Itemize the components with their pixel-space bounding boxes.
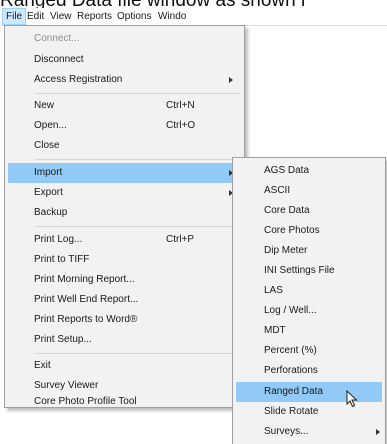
menu-item-label: LAS [264, 285, 283, 296]
menu-bar: File Edit View Reports Options Windo [0, 8, 387, 26]
submenu-item-ini-settings-file[interactable]: INI Settings File [236, 261, 382, 281]
menu-item-open[interactable]: Open... Ctrl+O [8, 116, 241, 136]
menu-item-label: Print Setup... [34, 334, 92, 345]
menu-item-label: MDT [264, 325, 286, 336]
submenu-item-log-well[interactable]: Log / Well... [236, 301, 382, 321]
menu-item-label: Percent (%) [264, 345, 317, 356]
submenu-item-percent[interactable]: Percent (%) [236, 341, 382, 361]
submenu-item-ags-data[interactable]: AGS Data [236, 161, 382, 181]
menu-item-label: Surveys... [264, 426, 309, 437]
menu-item-new[interactable]: New Ctrl+N [8, 96, 241, 116]
menu-item-label: Print to TIFF [34, 254, 90, 265]
menu-item-print-well-end-report[interactable]: Print Well End Report... [8, 290, 241, 310]
menu-item-label: ASCII [264, 185, 291, 196]
menu-item-print-log[interactable]: Print Log... Ctrl+P [8, 230, 241, 250]
submenu-item-core-data[interactable]: Core Data [236, 201, 382, 221]
menu-item-label: Connect... [34, 33, 80, 44]
menu-item-label: Import [34, 167, 63, 178]
menu-item-access-registration[interactable]: Access Registration [8, 70, 241, 90]
menu-file[interactable]: File [2, 8, 27, 25]
menu-options[interactable]: Options [114, 8, 154, 25]
menu-item-label: Close [34, 140, 60, 151]
menu-item-exit[interactable]: Exit [8, 356, 241, 376]
menu-item-print-reports-to-word[interactable]: Print Reports to Word® [8, 310, 241, 330]
menu-item-label: Perforations [264, 365, 318, 376]
submenu-item-slide-rotate[interactable]: Slide Rotate [236, 402, 382, 422]
menu-item-label: Access Registration [34, 74, 123, 85]
submenu-item-core-photos[interactable]: Core Photos [236, 221, 382, 241]
menu-item-survey-viewer[interactable]: Survey Viewer [8, 376, 241, 396]
menu-item-core-photo-profile-tool[interactable]: Core Photo Profile Tool [8, 396, 241, 407]
menu-separator [35, 93, 240, 94]
menu-item-label: Log / Well... [264, 305, 317, 316]
menu-item-backup[interactable]: Backup [8, 203, 241, 223]
submenu-item-dip-meter[interactable]: Dip Meter [236, 241, 382, 261]
menu-item-label: Backup [34, 207, 68, 218]
menu-item-label: Slide Rotate [264, 406, 319, 417]
menu-view[interactable]: View [47, 8, 75, 25]
menu-separator [35, 159, 240, 160]
menu-item-shortcut: Ctrl+P [166, 234, 195, 245]
menu-item-shortcut: Ctrl+O [166, 120, 196, 131]
menu-item-print-morning-report[interactable]: Print Morning Report... [8, 270, 241, 290]
menu-item-label: Export [34, 187, 63, 198]
menu-item-export[interactable]: Export [8, 183, 241, 203]
menu-item-label: Core Photos [264, 225, 320, 236]
menu-item-label: INI Settings File [264, 265, 335, 276]
menu-item-disconnect[interactable]: Disconnect [8, 50, 241, 70]
menu-separator [35, 353, 240, 354]
menu-item-label: Ranged Data [264, 386, 323, 397]
file-menu: Connect... Disconnect Access Registratio… [4, 25, 245, 408]
menu-window[interactable]: Windo [155, 8, 189, 25]
submenu-arrow-icon [229, 77, 233, 83]
menu-item-label: Core Data [264, 205, 310, 216]
menu-item-label: Open... [34, 120, 67, 131]
mouse-pointer-icon [346, 390, 358, 408]
menu-item-label: AGS Data [264, 165, 310, 176]
menu-item-label: Disconnect [34, 54, 84, 65]
menu-item-label: Print Morning Report... [34, 274, 135, 285]
import-submenu: AGS Data ASCII Core Data Core Photos Dip… [232, 157, 386, 444]
submenu-item-mdt[interactable]: MDT [236, 321, 382, 341]
menu-item-label: Dip Meter [264, 245, 308, 256]
submenu-item-ranged-data[interactable]: Ranged Data [236, 382, 382, 402]
submenu-item-perforations[interactable]: Perforations [236, 361, 382, 381]
menu-item-print-to-tiff[interactable]: Print to TIFF [8, 250, 241, 270]
menu-item-label: New [34, 100, 55, 111]
submenu-item-ascii[interactable]: ASCII [236, 181, 382, 201]
submenu-item-surveys[interactable]: Surveys... [236, 422, 382, 442]
menu-item-label: Survey Viewer [34, 380, 99, 391]
menu-separator [35, 226, 240, 227]
menu-item-connect: Connect... [8, 29, 241, 49]
menu-reports[interactable]: Reports [74, 8, 115, 25]
menu-edit[interactable]: Edit [24, 8, 47, 25]
menu-item-label: Exit [34, 360, 51, 371]
submenu-item-las[interactable]: LAS [236, 281, 382, 301]
menu-item-label: Core Photo Profile Tool [34, 396, 137, 407]
menu-item-label: Print Reports to Word® [34, 314, 138, 325]
submenu-arrow-icon [376, 429, 380, 435]
menu-item-label: Print Well End Report... [34, 294, 139, 305]
menu-item-print-setup[interactable]: Print Setup... [8, 330, 241, 350]
menu-item-close[interactable]: Close [8, 136, 241, 156]
menu-item-shortcut: Ctrl+N [166, 100, 195, 111]
menu-item-import[interactable]: Import [8, 163, 241, 183]
menu-item-label: Print Log... [34, 234, 83, 245]
